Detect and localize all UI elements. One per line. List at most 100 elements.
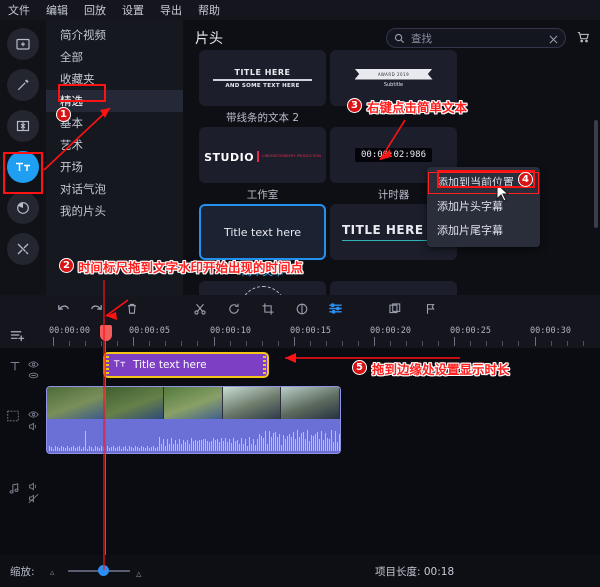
link-icon[interactable]	[28, 366, 39, 385]
media-import-button[interactable]	[7, 28, 39, 60]
menu-item-export[interactable]: 导出	[160, 2, 182, 18]
menu-item-help[interactable]: 帮助	[198, 2, 220, 18]
filter-pie-icon	[15, 200, 31, 216]
context-menu-item-add-ending[interactable]: 添加片尾字幕	[427, 219, 540, 243]
category-item-all[interactable]: 全部	[46, 46, 183, 68]
annotation-badge-1: 1	[56, 107, 71, 122]
template-cell[interactable]: Director Name Surname Producer	[330, 281, 457, 295]
search-placeholder: 查找	[411, 31, 543, 46]
menu-item-edit[interactable]: 编辑	[46, 2, 68, 18]
category-item-opening[interactable]: 开场	[46, 156, 183, 178]
cart-icon[interactable]	[576, 29, 590, 48]
title-text-icon	[112, 357, 127, 373]
zoom-slider-knob[interactable]	[98, 565, 109, 576]
speaker-muted-icon[interactable]	[28, 489, 39, 508]
text-track-row[interactable]: Title text here	[46, 352, 600, 382]
category-item-speech-bubble[interactable]: 对话气泡	[46, 178, 183, 200]
audio-waveform	[47, 419, 340, 451]
delete-button[interactable]	[125, 302, 139, 316]
annotation-box-featured-category	[58, 84, 106, 102]
thumb-subtitle: Subtitle	[355, 82, 433, 88]
ruler-label: 00:00:20	[370, 326, 411, 336]
template-thumbnail[interactable]: STUDIO CINEMATOGRAPHY PRODUCTION	[199, 127, 326, 183]
zoom-label: 缩放:	[10, 564, 35, 579]
crop-button[interactable]	[261, 302, 275, 316]
text-clip[interactable]: Title text here	[103, 352, 269, 378]
transition-icon	[15, 118, 31, 134]
timeline: 00:00:00 00:00:05 00:00:10 00:00:15 00:0…	[0, 322, 600, 555]
video-track-icon	[6, 408, 20, 427]
playhead-handle[interactable]	[100, 325, 112, 341]
category-item-intro[interactable]: 简介视频	[46, 24, 183, 46]
menu-bar: 文件 编辑 回放 设置 导出 帮助	[0, 0, 600, 20]
tools-icon	[15, 241, 31, 257]
thumb-title: Title text here	[224, 226, 301, 239]
video-editor-window: 文件 编辑 回放 设置 导出 帮助 简介视频 全部 收藏夹 精选 基本 艺术 开…	[0, 0, 600, 587]
thumb-title: 00:00:02:986	[355, 148, 432, 162]
thumb-title: TITLE HERE	[199, 68, 326, 77]
template-thumbnail[interactable]: TITLE HERE AND SOME TEXT HERE	[199, 50, 326, 106]
thumb-title: STUDIO	[204, 151, 254, 164]
ruler-label: 00:00:15	[290, 326, 331, 336]
zoom-in-icon[interactable]: ▵	[136, 567, 142, 580]
status-bar: 缩放: ▵ ▵ 项目长度: 00:18	[0, 555, 600, 587]
category-list: 简介视频 全部 收藏夹 精选 基本 艺术 开场 对话气泡 我的片头	[46, 20, 183, 295]
annotation-badge-2: 2	[59, 258, 74, 273]
marker-button[interactable]	[424, 302, 438, 316]
split-button[interactable]	[193, 302, 207, 316]
text-track-icon	[8, 358, 22, 377]
menu-item-playback[interactable]: 回放	[84, 2, 106, 18]
category-item-my-titles[interactable]: 我的片头	[46, 200, 183, 222]
library-scrollbar[interactable]	[594, 120, 598, 228]
speaker-icon[interactable]	[28, 417, 39, 436]
zoom-out-icon[interactable]: ▵	[50, 568, 55, 578]
close-icon[interactable]	[549, 29, 558, 48]
undo-button[interactable]	[56, 301, 71, 316]
clip-left-handle[interactable]	[106, 356, 109, 374]
template-caption: 工作室	[199, 187, 326, 201]
menu-item-settings[interactable]: 设置	[122, 2, 144, 18]
template-cell[interactable]: TITLE HERE AND SOME TEXT HERE 带线条的文本 2	[199, 50, 326, 124]
magic-wand-icon	[15, 77, 31, 93]
annotation-text-2: 时间标尺拖到文字水印开始出现的时间点	[78, 257, 303, 276]
tools-button[interactable]	[7, 233, 39, 265]
thumb-art-lines: TITLE HERE AND SOME TEXT HERE	[199, 68, 326, 89]
template-cell[interactable]: STUDIO CINEMATOGRAPHY PRODUCTION 工作室	[199, 127, 326, 201]
template-thumbnail[interactable]: Director Name Surname Producer	[330, 281, 457, 295]
edit-toolbar	[0, 295, 600, 322]
annotation-text-5: 拖到边缘处设置显示时长	[372, 359, 510, 378]
transitions-button[interactable]	[7, 110, 39, 142]
template-thumbnail[interactable]: MY AMAZING SUMMER	[199, 281, 326, 295]
thumb-subtitle: CINEMATOGRAPHY PRODUCTION	[262, 154, 321, 158]
search-input[interactable]: 查找	[386, 28, 566, 48]
text-clip-label: Title text here	[133, 359, 207, 371]
category-item-art[interactable]: 艺术	[46, 134, 183, 156]
thumb-title: AWARD 2019	[355, 69, 433, 80]
annotation-box-titles-button	[3, 152, 43, 194]
rotate-button[interactable]	[227, 302, 241, 316]
add-track-icon[interactable]	[10, 328, 25, 347]
template-thumbnail-simple-text[interactable]: Title text here	[199, 204, 326, 260]
ruler-label: 00:00:30	[530, 326, 571, 336]
video-track-row[interactable]	[46, 386, 600, 462]
duplicate-button[interactable]	[388, 302, 402, 316]
page-title: 片头	[195, 28, 223, 48]
template-cell[interactable]: MY AMAZING SUMMER	[199, 281, 326, 295]
ruler-label: 00:00:25	[450, 326, 491, 336]
adjust-button[interactable]	[328, 301, 343, 316]
effects-button[interactable]	[7, 69, 39, 101]
annotation-badge-5: 5	[352, 360, 367, 375]
color-button[interactable]	[295, 302, 309, 316]
video-clip[interactable]	[46, 386, 341, 454]
timeline-ruler[interactable]: 00:00:00 00:00:05 00:00:10 00:00:15 00:0…	[0, 322, 600, 348]
annotation-badge-3: 3	[347, 98, 362, 113]
context-menu-item-add-opening[interactable]: 添加片头字幕	[427, 195, 540, 219]
playhead-line	[105, 340, 106, 555]
thumb-art-ribbon: AWARD 2019 Subtitle	[355, 69, 433, 88]
filters-button[interactable]	[7, 192, 39, 224]
menu-item-file[interactable]: 文件	[8, 2, 30, 18]
clip-right-handle[interactable]	[263, 356, 266, 374]
redo-button[interactable]	[89, 301, 104, 316]
ruler-label: 00:00:00	[49, 326, 90, 336]
thumb-art-badge: MY AMAZING SUMMER	[240, 286, 286, 295]
